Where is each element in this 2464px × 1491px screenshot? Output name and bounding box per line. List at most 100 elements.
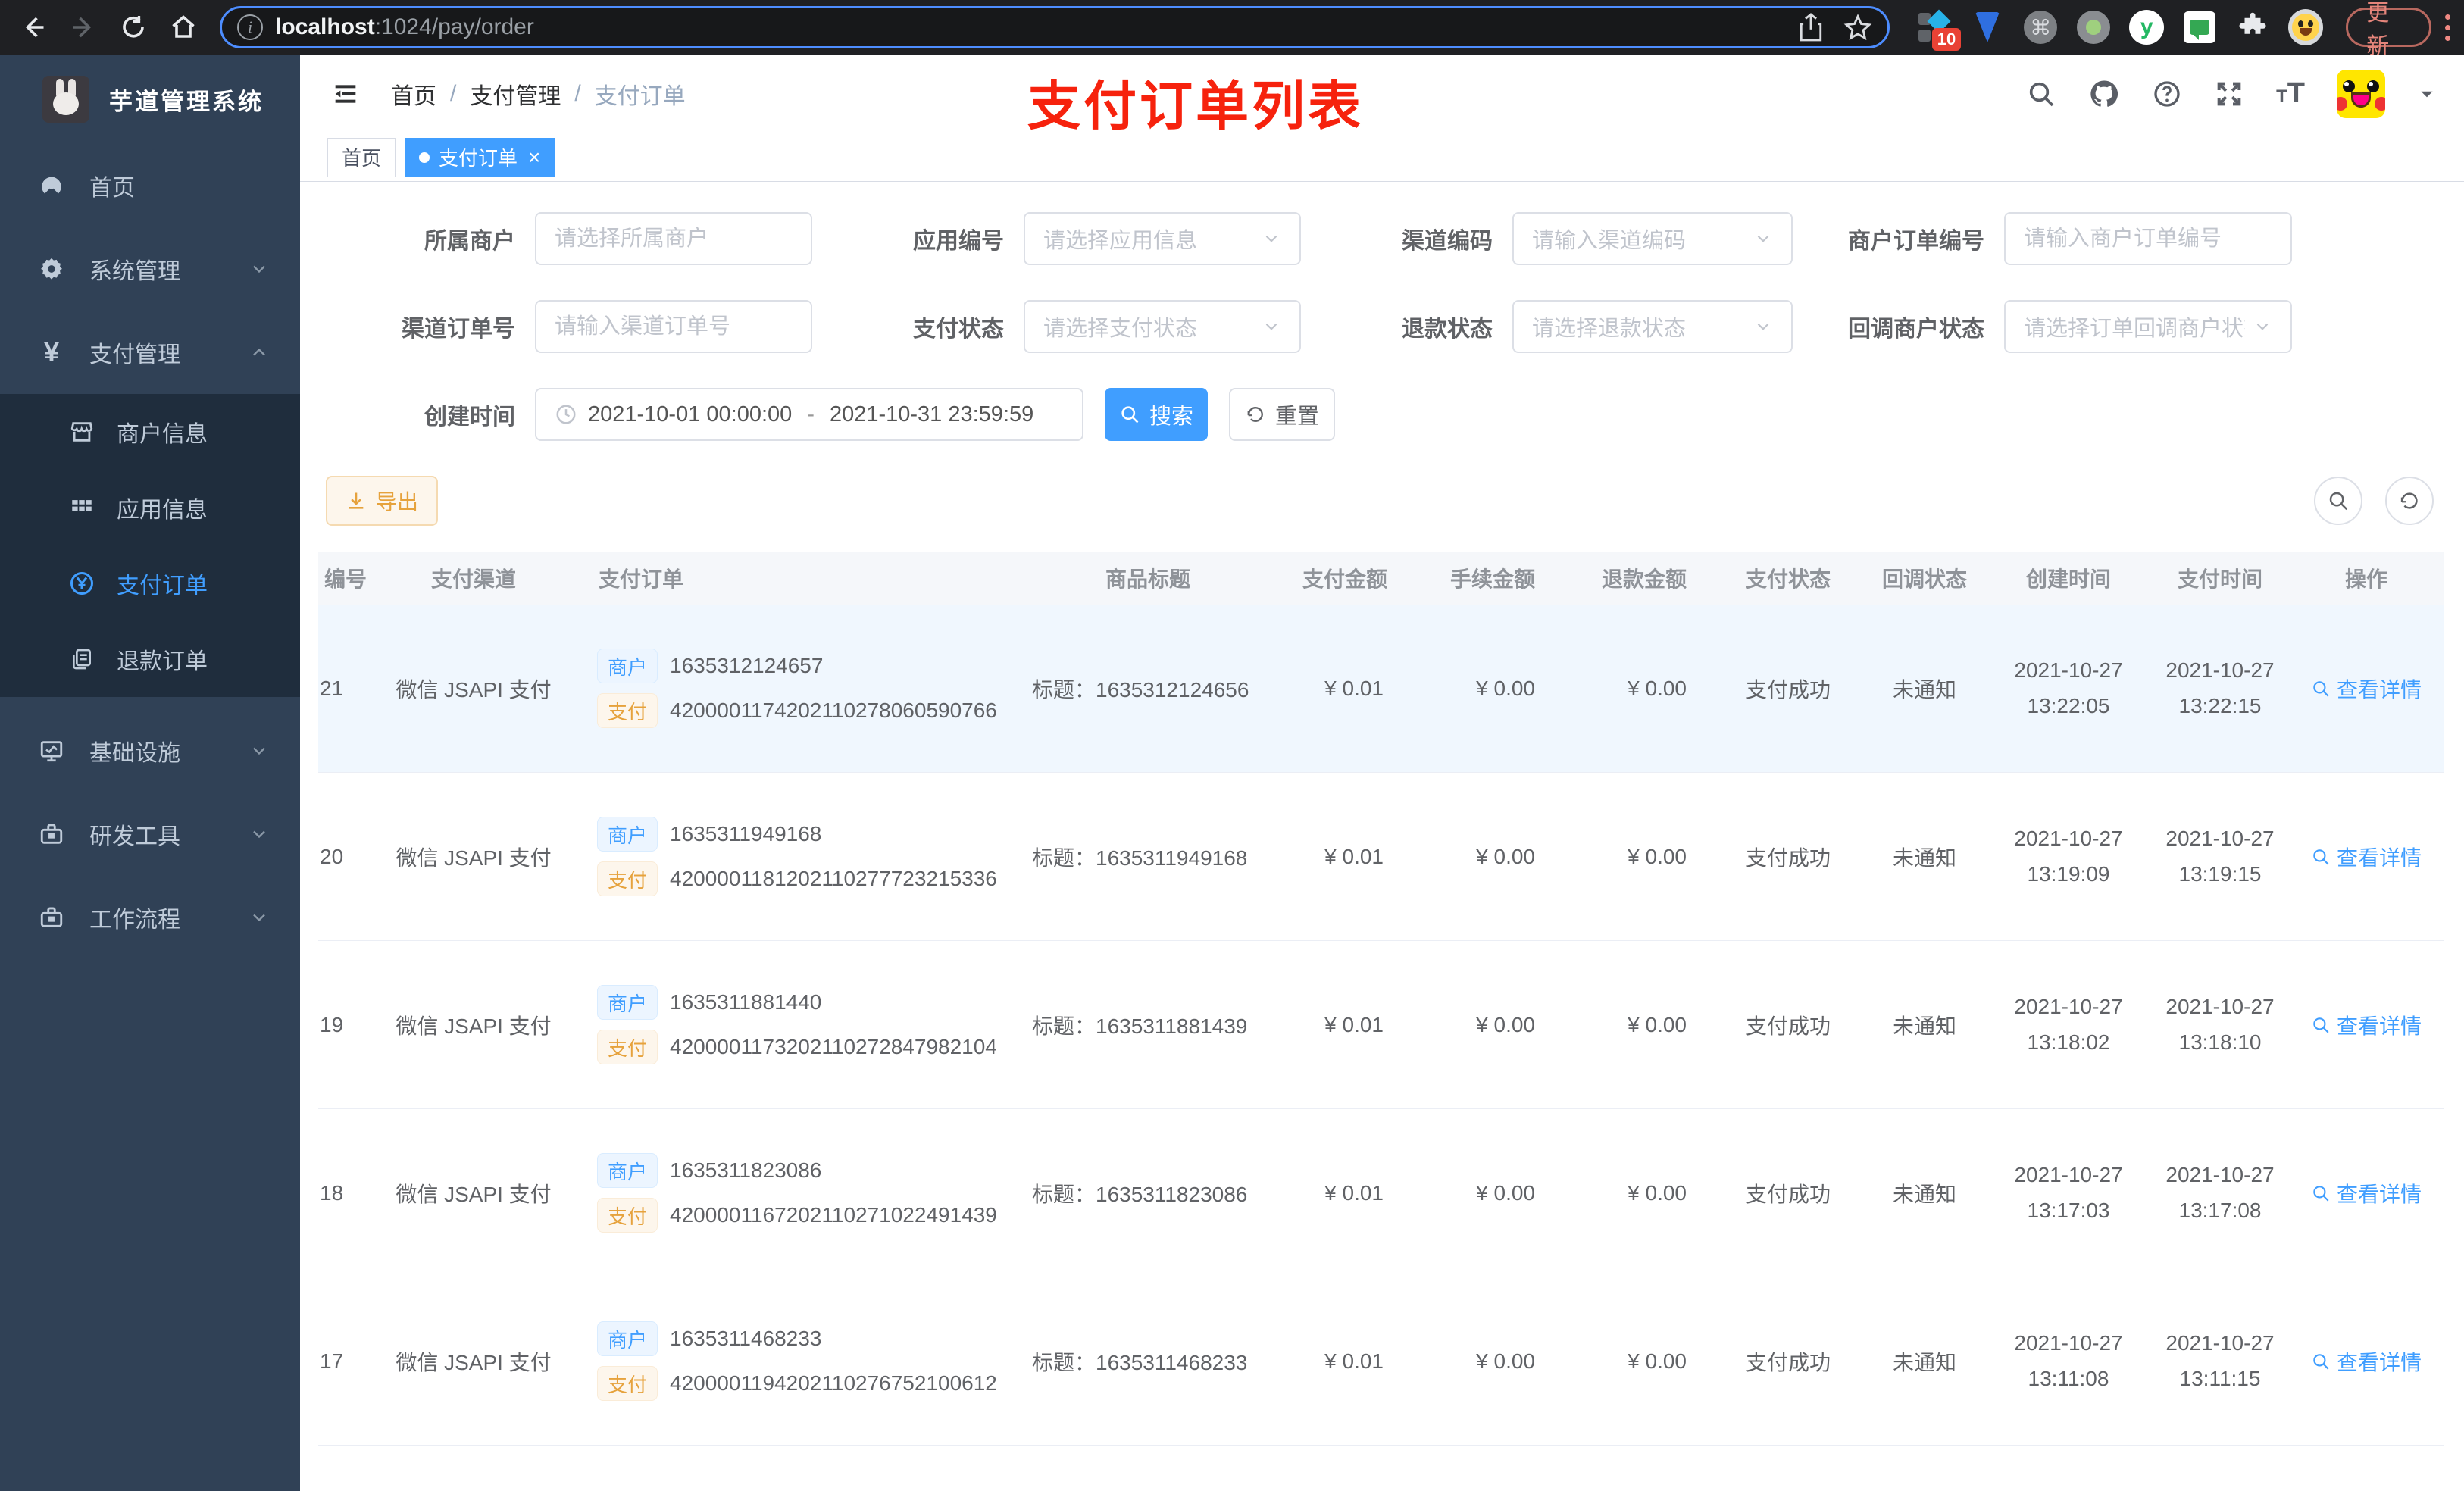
sidebar-item-pay-order[interactable]: 支付订单 xyxy=(0,545,300,621)
chevron-down-icon xyxy=(249,824,270,845)
merchant-order-no-input[interactable] xyxy=(2004,212,2292,265)
sidebar-item-label: 首页 xyxy=(89,176,135,201)
browser-home-icon[interactable] xyxy=(167,11,200,44)
browser-chrome: i localhost:1024/pay/order 10 ⌘ y 更新 xyxy=(0,0,2464,59)
browser-back-icon[interactable] xyxy=(17,11,50,44)
breadcrumb-section[interactable]: 支付管理 xyxy=(470,77,561,111)
view-detail-link[interactable]: 查看详情 xyxy=(2311,1178,2422,1208)
extension-badge-icon[interactable]: 10 xyxy=(1917,9,1962,51)
clock-icon xyxy=(555,403,577,426)
channel-code-select[interactable]: 请输入渠道编码 xyxy=(1512,212,1793,265)
app-logo-row[interactable]: 芋道管理系统 xyxy=(0,55,300,144)
chat-extension-icon[interactable] xyxy=(2182,10,2217,45)
refund-status-select[interactable]: 请选择退款状态 xyxy=(1512,300,1793,353)
browser-forward-icon[interactable] xyxy=(67,11,100,44)
gear-icon xyxy=(36,256,67,282)
pay-status-select[interactable]: 请选择支付状态 xyxy=(1024,300,1301,353)
view-detail-link[interactable]: 查看详情 xyxy=(2311,674,2422,704)
order-cell: 商户 1635311823086 支付 4200001167202110271022… xyxy=(576,1143,1023,1242)
close-tab-icon[interactable]: × xyxy=(528,145,540,170)
y-extension-icon[interactable]: y xyxy=(2129,10,2165,45)
sidebar-item-label: 应用信息 xyxy=(117,498,208,523)
owner-merchant-input[interactable] xyxy=(535,212,812,265)
view-detail-link[interactable]: 查看详情 xyxy=(2311,1346,2422,1377)
channel-order-no-input[interactable] xyxy=(535,300,812,353)
bookmark-star-icon[interactable] xyxy=(1843,13,1872,42)
app-logo xyxy=(42,76,89,123)
fullscreen-icon[interactable] xyxy=(2214,79,2244,109)
payment-submenu: 商户信息 应用信息 支付订单 退款订单 xyxy=(0,394,300,697)
share-icon[interactable] xyxy=(1798,12,1824,42)
sidebar-item-app-info[interactable]: 应用信息 xyxy=(0,470,300,545)
col-order: 支付订单 xyxy=(599,567,684,591)
merchant-tag: 商户 xyxy=(597,649,658,683)
export-button[interactable]: 导出 xyxy=(326,476,439,526)
reset-button[interactable]: 重置 xyxy=(1229,388,1335,441)
dashboard-icon xyxy=(36,173,67,198)
recorder-extension-icon[interactable] xyxy=(2076,10,2111,45)
sidebar-item-merchant-info[interactable]: 商户信息 xyxy=(0,394,300,470)
filter-label: 渠道订单号 xyxy=(402,317,515,342)
callback-status-select[interactable]: 请选择订单回调商户状态 xyxy=(2004,300,2292,353)
profile-avatar-icon[interactable] xyxy=(2288,9,2324,45)
search-button[interactable]: 搜索 xyxy=(1105,388,1208,441)
table-row: 21 微信 JSAPI 支付 商户 1635312124657 支付 4200001… xyxy=(318,605,2444,773)
sidebar-item-refund-order[interactable]: 退款订单 xyxy=(0,621,300,697)
site-info-icon[interactable]: i xyxy=(237,14,263,40)
order-cell: 商户 1635311949168 支付 4200001181202110277723… xyxy=(576,807,1023,906)
chevron-up-icon xyxy=(249,342,270,363)
view-detail-link[interactable]: 查看详情 xyxy=(2311,842,2422,872)
tab-pay-order[interactable]: 支付订单 × xyxy=(405,137,555,177)
address-bar[interactable]: i localhost:1024/pay/order xyxy=(220,6,1890,48)
sidebar-item-label: 支付订单 xyxy=(117,574,208,599)
tab-home[interactable]: 首页 xyxy=(327,137,396,177)
command-extension-icon[interactable]: ⌘ xyxy=(2023,10,2058,45)
kite-extension-icon[interactable] xyxy=(1970,10,2005,45)
col-fee: 手续金额 xyxy=(1449,567,1535,591)
merchant-tag: 商户 xyxy=(597,1321,658,1356)
refresh-button[interactable] xyxy=(2385,477,2434,525)
chevron-down-icon xyxy=(1753,317,1773,336)
app-title: 芋道管理系统 xyxy=(109,88,264,115)
toggle-search-button[interactable] xyxy=(2314,477,2362,525)
browser-menu-icon[interactable] xyxy=(2445,14,2450,41)
github-icon[interactable] xyxy=(2088,78,2120,110)
sidebar-item-label: 商户信息 xyxy=(117,422,208,447)
chevron-down-icon xyxy=(1753,229,1773,248)
filter-label: 商户订单编号 xyxy=(1848,229,1984,254)
browser-update-button[interactable]: 更新 xyxy=(2346,1,2431,59)
puzzle-extensions-icon[interactable] xyxy=(2235,10,2270,45)
breadcrumb-home[interactable]: 首页 xyxy=(391,77,436,111)
filter-label: 创建时间 xyxy=(424,405,515,430)
user-avatar[interactable] xyxy=(2337,69,2385,118)
browser-reload-icon[interactable] xyxy=(117,11,150,44)
col-action: 操作 xyxy=(2344,567,2387,591)
pay-tag: 支付 xyxy=(597,693,658,728)
pay-tag: 支付 xyxy=(597,1366,658,1401)
create-time-range-picker[interactable]: 2021-10-01 00:00:00 - 2021-10-31 23:59:5… xyxy=(535,388,1083,441)
sidebar-item-workflow[interactable]: 工作流程 xyxy=(0,876,300,959)
sidebar-item-home[interactable]: 首页 xyxy=(0,144,300,227)
sidebar-item-payment[interactable]: ¥ 支付管理 xyxy=(0,311,300,394)
sidebar-toggle-icon[interactable] xyxy=(330,79,361,109)
page-annotation: 支付订单列表 xyxy=(1027,77,1364,136)
sidebar-item-dev-tools[interactable]: 研发工具 xyxy=(0,792,300,876)
sidebar: 芋道管理系统 首页 系统管理 ¥ 支付管理 商户信息 应用信息 支付订单 退款订… xyxy=(0,55,300,1491)
main-area: 首页 / 支付管理 / 支付订单 支付订单列表 TT 首页 支付订单 × 所属商… xyxy=(300,55,2464,1491)
order-cell: 商户 1635312124657 支付 4200001174202110278060… xyxy=(576,639,1023,738)
sidebar-item-infra[interactable]: 基础设施 xyxy=(0,709,300,792)
channel-cell: 微信 JSAPI 支付 xyxy=(396,1350,552,1374)
pay-tag: 支付 xyxy=(597,1030,658,1064)
chevron-down-icon xyxy=(1262,229,1281,248)
app-no-select[interactable]: 请选择应用信息 xyxy=(1024,212,1301,265)
user-menu-caret-icon[interactable] xyxy=(2417,84,2437,104)
app-header: 首页 / 支付管理 / 支付订单 支付订单列表 TT xyxy=(300,55,2464,136)
col-notify: 回调状态 xyxy=(1881,567,1967,591)
search-icon[interactable] xyxy=(2026,79,2056,109)
sidebar-item-system[interactable]: 系统管理 xyxy=(0,227,300,311)
view-detail-link[interactable]: 查看详情 xyxy=(2311,1010,2422,1040)
help-icon[interactable] xyxy=(2152,79,2182,109)
font-size-icon[interactable]: TT xyxy=(2276,77,2305,110)
channel-cell: 微信 JSAPI 支付 xyxy=(396,1014,552,1038)
breadcrumb: 首页 / 支付管理 / 支付订单 xyxy=(391,77,686,111)
